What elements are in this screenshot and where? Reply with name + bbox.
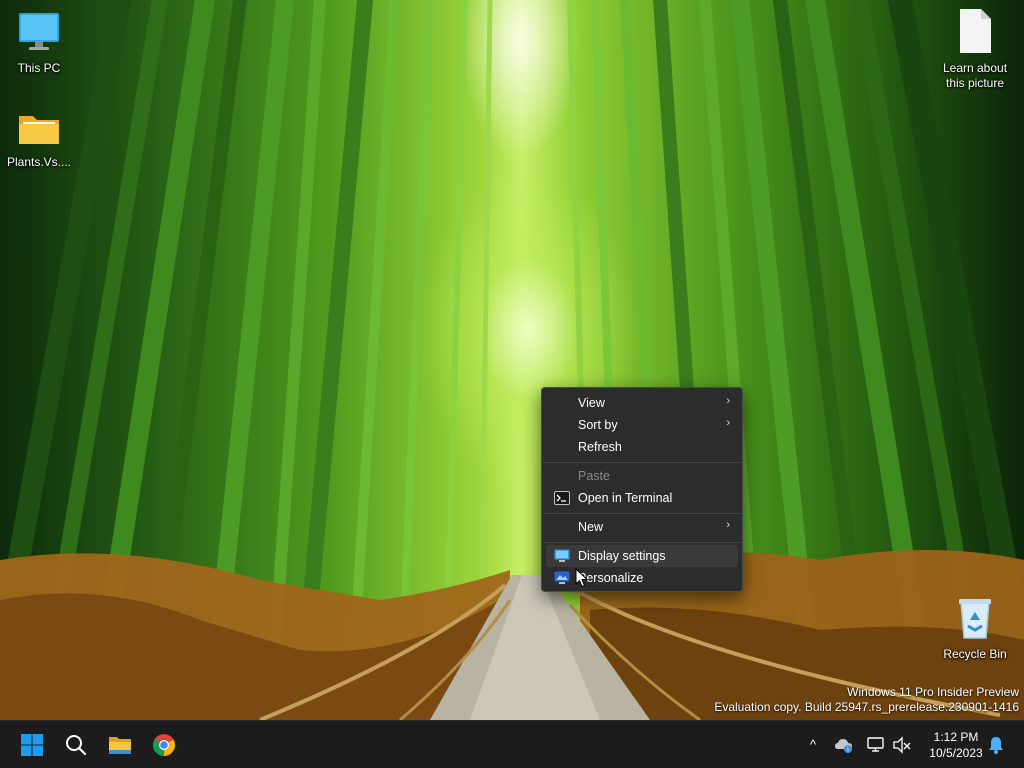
menu-item-display-settings[interactable]: Display settings xyxy=(546,545,738,567)
mouse-cursor-icon xyxy=(575,568,589,588)
menu-separator xyxy=(543,462,741,463)
monitor-icon xyxy=(0,10,78,58)
desktop-context-menu: View › Sort by › Refresh Paste Open in T… xyxy=(541,387,743,592)
desktop-icon-plants-vs[interactable]: Plants.Vs.... xyxy=(0,108,78,170)
personalize-icon xyxy=(554,571,570,585)
menu-item-sort-by[interactable]: Sort by › xyxy=(546,414,738,436)
watermark-build: Evaluation copy. Build 25947.rs_prerelea… xyxy=(714,700,1019,714)
desktop-icon-label: Recycle Bin xyxy=(943,647,1007,661)
chevron-right-icon: › xyxy=(726,417,730,429)
tray-overflow-chevron-icon[interactable]: ^ xyxy=(803,735,823,755)
desktop-icon-label: This PC xyxy=(17,61,61,75)
menu-item-open-in-terminal[interactable]: Open in Terminal xyxy=(546,487,738,509)
windows-watermark: Windows 11 Pro Insider Preview Evaluatio… xyxy=(714,685,1019,715)
chrome-icon xyxy=(153,734,175,756)
taskbar-clock[interactable]: 1:12 PM 10/5/2023 xyxy=(916,729,996,761)
desktop-icon-this-pc[interactable]: This PC xyxy=(0,10,78,76)
desktop-icon-label: Learn about this picture xyxy=(942,61,1008,90)
search-icon xyxy=(66,735,87,756)
watermark-edition: Windows 11 Pro Insider Preview xyxy=(847,685,1019,699)
folder-icon xyxy=(109,737,131,754)
display-icon xyxy=(554,549,570,563)
desktop-icon-label: Plants.Vs.... xyxy=(6,155,72,169)
onedrive-icon[interactable]: i xyxy=(834,735,854,755)
terminal-icon xyxy=(554,491,570,505)
folder-icon xyxy=(0,108,78,152)
menu-item-paste: Paste xyxy=(578,469,610,483)
menu-separator xyxy=(543,542,741,543)
menu-item-refresh[interactable]: Refresh xyxy=(546,436,738,458)
network-icon[interactable] xyxy=(866,735,886,755)
file-explorer-button[interactable] xyxy=(104,729,136,761)
clock-time: 1:12 PM xyxy=(933,730,979,744)
bell-icon[interactable] xyxy=(986,735,1006,755)
chevron-right-icon: › xyxy=(726,395,730,407)
taskbar: ^ i 1:12 PM 10/5/2023 xyxy=(0,720,1024,768)
search-button[interactable] xyxy=(60,729,92,761)
start-button[interactable] xyxy=(16,729,48,761)
menu-item-new[interactable]: New › xyxy=(546,516,738,538)
volume-muted-icon[interactable] xyxy=(892,735,912,755)
menu-separator xyxy=(543,513,741,514)
chrome-button[interactable] xyxy=(148,729,180,761)
desktop-icon-recycle-bin[interactable]: Recycle Bin xyxy=(935,596,1015,662)
windows-logo-icon xyxy=(21,734,43,756)
chevron-right-icon: › xyxy=(726,519,730,531)
menu-item-view[interactable]: View › xyxy=(546,392,738,414)
clock-date: 10/5/2023 xyxy=(929,746,983,760)
document-icon xyxy=(935,8,1015,58)
bamboo-forest-image xyxy=(0,0,1024,720)
recycle-bin-icon xyxy=(935,596,1015,644)
desktop-wallpaper xyxy=(0,0,1024,720)
desktop-icon-learn-about-picture[interactable]: Learn about this picture xyxy=(935,8,1015,91)
